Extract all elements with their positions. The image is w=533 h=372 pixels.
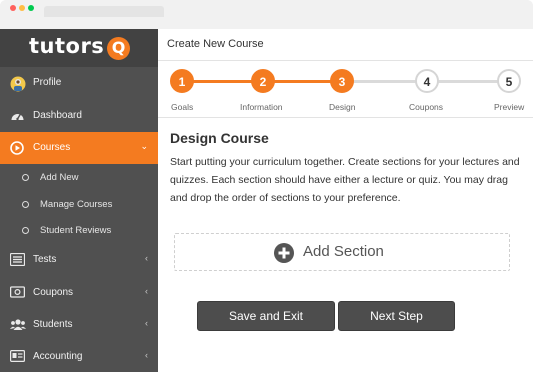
section-heading: Design Course <box>170 130 269 146</box>
step-3[interactable]: 3 <box>330 69 354 93</box>
section-description: Start putting your curriculum together. … <box>170 156 520 204</box>
maximize-window-button[interactable] <box>28 5 34 11</box>
chevron-left-icon: ‹ <box>145 350 148 360</box>
sidebar-item-coupons[interactable]: Coupons ‹ <box>0 277 158 309</box>
sidebar-item-courses[interactable]: Courses ⌄ <box>0 132 158 164</box>
sidebar-item-label: Courses <box>33 142 71 153</box>
close-window-button[interactable] <box>10 5 16 11</box>
divider <box>158 117 533 118</box>
sidebar-item-students[interactable]: Students ‹ <box>0 309 158 341</box>
sidebar-item-tests[interactable]: Tests ‹ <box>0 244 158 276</box>
money-icon <box>9 286 26 300</box>
minimize-window-button[interactable] <box>19 5 25 11</box>
chevron-left-icon: ‹ <box>145 318 148 328</box>
list-icon <box>9 252 26 267</box>
browser-window: tutors Q Profile Dashboard Courses ⌄ Add… <box>0 0 533 372</box>
step-label: Information <box>240 102 283 112</box>
id-card-icon <box>10 350 26 364</box>
sidebar-item-label: Tests <box>33 254 57 265</box>
save-and-exit-button[interactable]: Save and Exit <box>197 301 335 331</box>
sidebar-item-dashboard[interactable]: Dashboard <box>0 100 158 132</box>
sidebar-item-label: Coupons <box>33 287 74 298</box>
add-section-label: Add Section <box>303 243 384 260</box>
avatar-icon <box>10 76 26 92</box>
sidebar-subitem-label: Manage Courses <box>40 199 113 210</box>
stepper: 1 2 3 4 5 Goals Information Design Coupo… <box>158 61 533 117</box>
sidebar-item-label: Students <box>33 319 73 330</box>
logo-wordmark: tutors <box>29 34 105 58</box>
sidebar-item-label: Accounting <box>33 351 83 362</box>
step-5[interactable]: 5 <box>497 69 521 93</box>
page-title: Create New Course <box>167 38 264 50</box>
play-circle-icon <box>10 141 25 155</box>
chevron-down-icon: ⌄ <box>140 141 148 151</box>
users-icon <box>10 318 26 332</box>
title-bar <box>0 0 533 17</box>
sidebar-item-label: Profile <box>33 77 62 88</box>
sidebar-subitem-manage-courses[interactable]: Manage Courses <box>0 192 158 218</box>
sidebar: tutors Q Profile Dashboard Courses ⌄ Add… <box>0 29 158 372</box>
logo[interactable]: tutors Q <box>0 29 158 67</box>
sidebar-subitem-label: Add New <box>40 172 79 183</box>
sidebar-item-accounting[interactable]: Accounting ‹ <box>0 341 158 372</box>
sidebar-item-profile[interactable]: Profile <box>0 67 158 99</box>
chevron-left-icon: ‹ <box>145 286 148 296</box>
next-step-button[interactable]: Next Step <box>338 301 455 331</box>
add-section-button[interactable]: Add Section <box>174 233 510 271</box>
circle-icon <box>22 201 29 208</box>
step-1[interactable]: 1 <box>170 69 194 93</box>
step-label: Design <box>329 102 356 112</box>
sidebar-subitem-add-new[interactable]: Add New <box>0 165 158 191</box>
step-label: Coupons <box>409 102 444 112</box>
step-label: Goals <box>171 102 194 112</box>
step-label: Preview <box>494 102 525 112</box>
chevron-left-icon: ‹ <box>145 253 148 263</box>
step-4[interactable]: 4 <box>415 69 439 93</box>
logo-mark: Q <box>107 37 130 60</box>
circle-icon <box>22 227 29 234</box>
sidebar-subitem-student-reviews[interactable]: Student Reviews <box>0 218 158 244</box>
plus-circle-icon <box>274 243 294 263</box>
circle-icon <box>22 174 29 181</box>
dashboard-icon <box>10 109 25 123</box>
sidebar-item-label: Dashboard <box>33 110 82 121</box>
step-2[interactable]: 2 <box>251 69 275 93</box>
main-panel: Create New Course 1 2 3 4 5 Goals Inform… <box>158 29 533 372</box>
browser-tab[interactable] <box>44 6 164 17</box>
sidebar-subitem-label: Student Reviews <box>40 225 112 236</box>
